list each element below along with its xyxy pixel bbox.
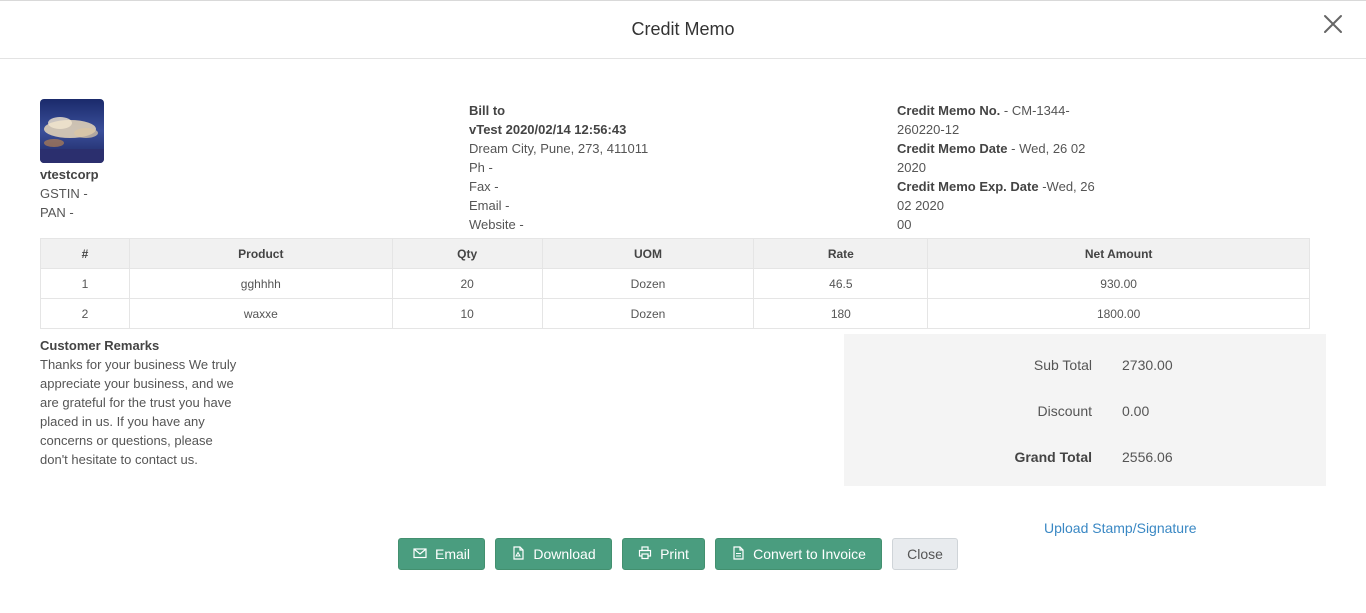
modal-header: Credit Memo	[0, 1, 1366, 59]
print-button-label: Print	[660, 546, 689, 562]
memo-exp-value-cont2: 00	[897, 217, 912, 232]
table-header-row: # Product Qty UOM Rate Net Amount	[40, 238, 1310, 269]
cell-qty: 10	[391, 298, 543, 329]
remarks-heading: Customer Remarks	[40, 338, 160, 353]
customer-remarks: Customer Remarks Thanks for your busines…	[40, 336, 245, 469]
bill-to-website: Website -	[469, 217, 524, 232]
memo-date-value: - Wed, 26 02	[1011, 141, 1086, 156]
bill-to-block: Bill to vTest 2020/02/14 12:56:43 Dream …	[469, 101, 648, 234]
company-name: vtestcorp	[40, 167, 99, 182]
remarks-line: Thanks for your business We truly	[40, 357, 237, 372]
memo-no-value: - CM-1344-	[1003, 103, 1070, 118]
cell-net-amount: 1800.00	[927, 298, 1310, 329]
modal-title: Credit Memo	[631, 19, 735, 39]
memo-date-label: Credit Memo Date	[897, 141, 1008, 156]
remarks-line: don't hesitate to contact us.	[40, 452, 198, 467]
company-gstin: GSTIN -	[40, 186, 88, 201]
col-header-rate: Rate	[753, 238, 929, 269]
bill-to-fax: Fax -	[469, 179, 499, 194]
remarks-line: are grateful for the trust you have	[40, 395, 232, 410]
col-header-product: Product	[128, 238, 393, 269]
memo-no-label: Credit Memo No.	[897, 103, 1001, 118]
bill-to-phone: Ph -	[469, 160, 493, 175]
cell-rate: 46.5	[753, 268, 929, 299]
email-button-label: Email	[434, 546, 470, 562]
memo-exp-label: Credit Memo Exp. Date	[897, 179, 1039, 194]
discount-row: Discount 0.00	[844, 403, 1326, 423]
memo-date-value-cont: 2020	[897, 160, 926, 175]
remarks-line: concerns or questions, please	[40, 433, 213, 448]
discount-label: Discount	[1037, 403, 1092, 419]
col-header-index: #	[40, 238, 130, 269]
upload-stamp-signature-link[interactable]: Upload Stamp/Signature	[1044, 520, 1197, 536]
print-button[interactable]: Print	[622, 538, 705, 570]
close-button[interactable]: Close	[892, 538, 958, 570]
email-button[interactable]: Email	[398, 538, 485, 570]
printer-icon	[638, 545, 652, 563]
memo-exp-value-cont: 02 2020	[897, 198, 944, 213]
cell-uom: Dozen	[541, 298, 755, 329]
close-icon[interactable]	[1320, 11, 1346, 37]
items-table: # Product Qty UOM Rate Net Amount 1 gghh…	[40, 238, 1310, 329]
document-icon	[731, 545, 745, 563]
bill-to-heading: Bill to	[469, 103, 506, 118]
bill-to-name: vTest 2020/02/14 12:56:43	[469, 122, 627, 137]
grand-total-label: Grand Total	[1014, 449, 1092, 465]
sub-total-value: 2730.00	[1122, 357, 1173, 373]
convert-to-invoice-button[interactable]: Convert to Invoice	[715, 538, 882, 570]
cell-index: 1	[40, 268, 130, 299]
remarks-line: placed in us. If you have any	[40, 414, 205, 429]
table-row: 1 gghhhh 20 Dozen 46.5 930.00	[40, 268, 1310, 299]
totals-panel: Sub Total 2730.00 Discount 0.00 Grand To…	[844, 334, 1326, 486]
cell-uom: Dozen	[541, 268, 755, 299]
convert-to-invoice-button-label: Convert to Invoice	[753, 546, 866, 562]
discount-value: 0.00	[1122, 403, 1150, 419]
cell-net-amount: 930.00	[927, 268, 1310, 299]
bill-to-address: Dream City, Pune, 273, 411011	[469, 141, 649, 156]
cell-index: 2	[40, 298, 130, 329]
grand-total-value: 2556.06	[1122, 449, 1173, 465]
cell-product: waxxe	[128, 298, 393, 329]
cell-product: gghhhh	[128, 268, 393, 299]
cell-qty: 20	[391, 268, 543, 299]
download-button-label: Download	[533, 546, 596, 562]
grand-total-row: Grand Total 2556.06	[844, 449, 1326, 469]
memo-info-block: Credit Memo No. - CM-1344- 260220-12 Cre…	[897, 101, 1097, 234]
memo-no-value-cont: 260220-12	[897, 122, 960, 137]
credit-memo-modal: Credit Memo vtestcorp GSTIN - PAN - Bill…	[0, 0, 1366, 613]
table-row: 2 waxxe 10 Dozen 180 1800.00	[40, 298, 1310, 329]
col-header-net-amount: Net Amount	[927, 238, 1310, 269]
company-pan: PAN -	[40, 205, 74, 220]
close-button-label: Close	[907, 546, 943, 562]
pdf-file-icon	[511, 545, 525, 563]
download-button[interactable]: Download	[495, 538, 612, 570]
sub-total-row: Sub Total 2730.00	[844, 357, 1326, 377]
memo-exp-value: -Wed, 26	[1042, 179, 1095, 194]
col-header-uom: UOM	[541, 238, 755, 269]
bill-to-email: Email -	[469, 198, 510, 213]
col-header-qty: Qty	[391, 238, 543, 269]
envelope-icon	[413, 546, 427, 563]
remarks-line: appreciate your business, and we	[40, 376, 234, 391]
cell-rate: 180	[753, 298, 929, 329]
company-logo	[40, 99, 104, 163]
sub-total-label: Sub Total	[1033, 357, 1092, 373]
